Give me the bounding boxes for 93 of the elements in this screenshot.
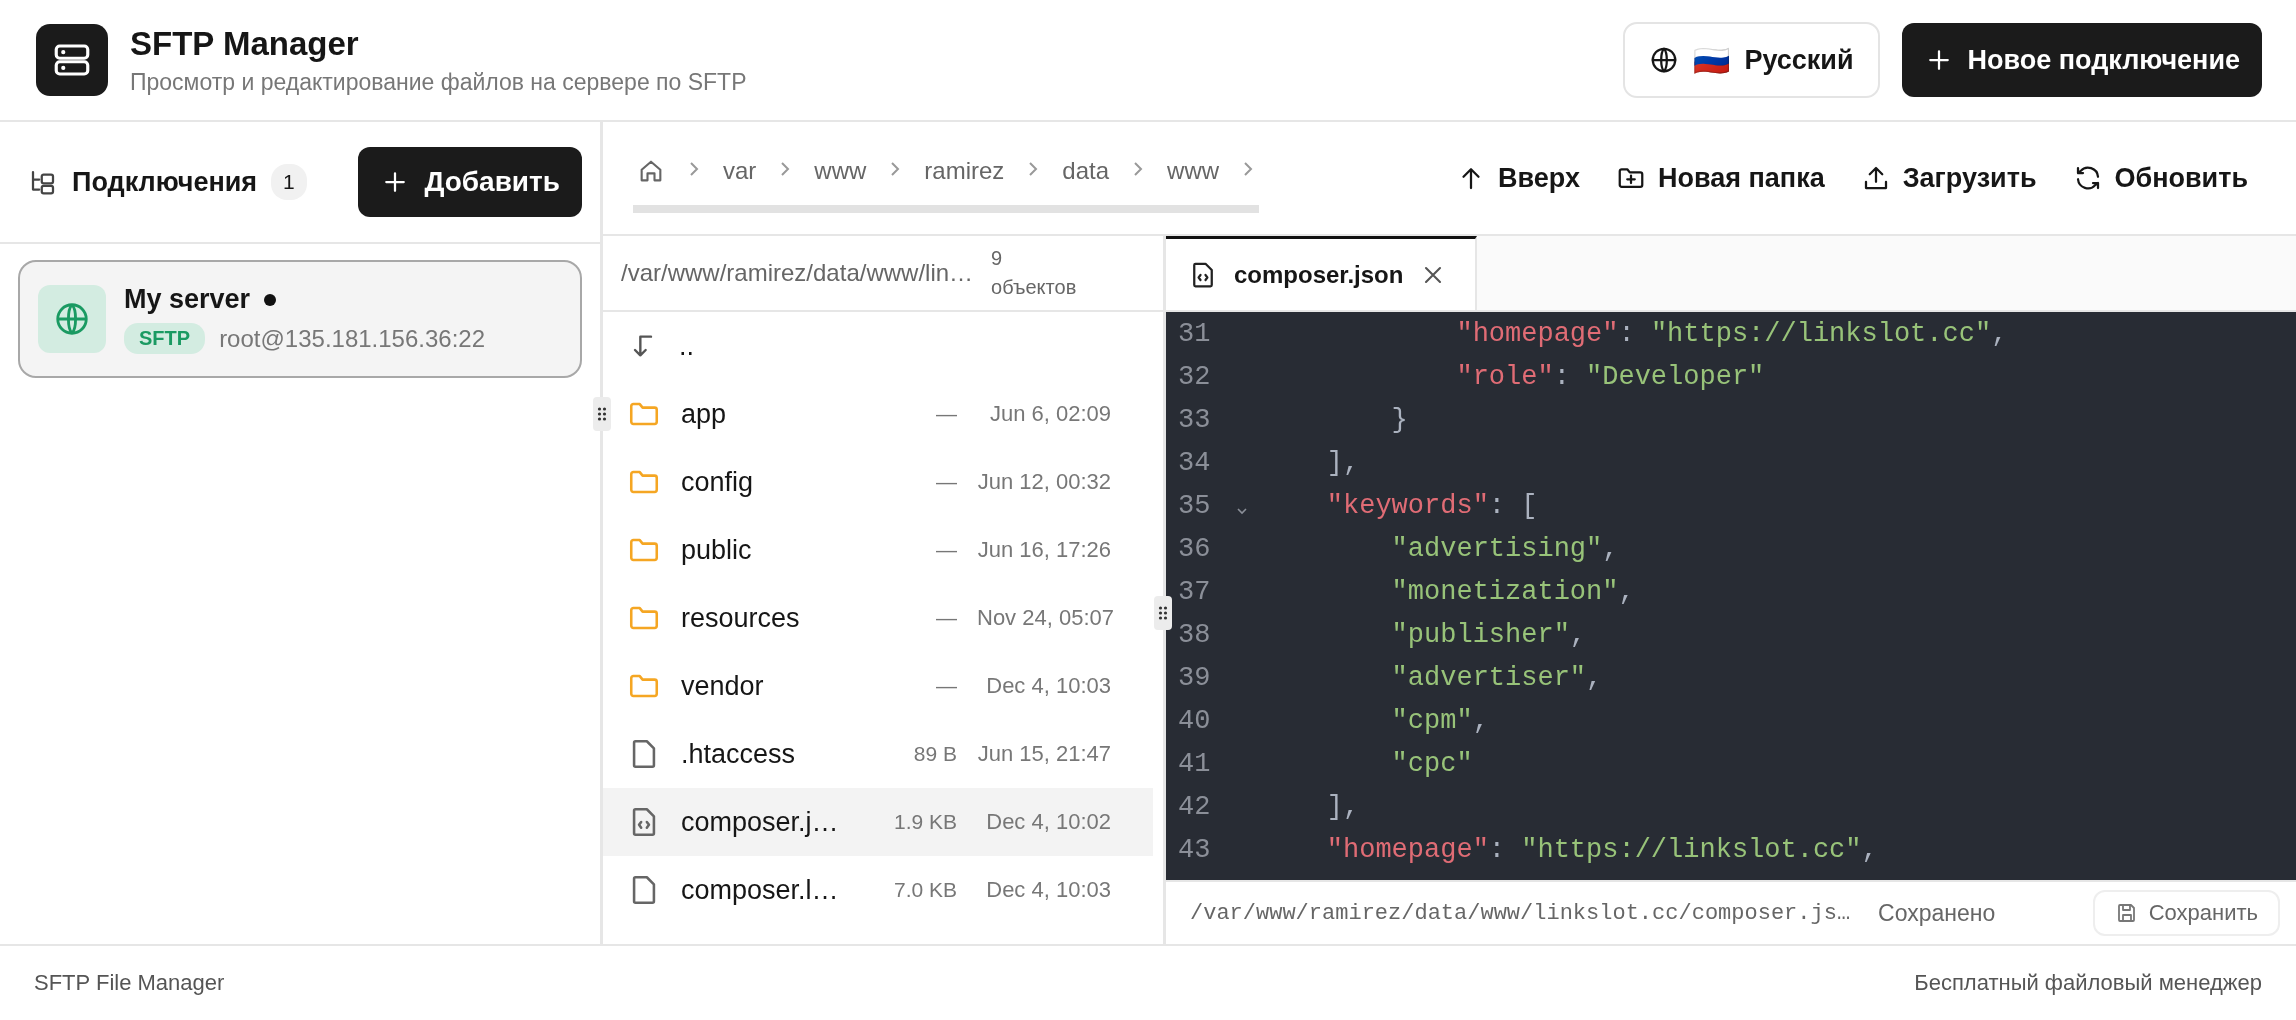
file-size: — — [936, 606, 957, 630]
file-date: Jun 6, 02:09 — [988, 401, 1111, 427]
line-number: 36 — [1177, 533, 1212, 564]
file-row[interactable]: public — Jun 16, 17:26 — [603, 516, 1153, 584]
code-line: "publisher", — [1390, 619, 1587, 650]
footer-text: SFTP File Manager — [34, 970, 225, 996]
code-line: "keywords": [ — [1325, 490, 1538, 521]
protocol-tag: SFTP — [124, 323, 206, 354]
globe-icon — [38, 285, 106, 353]
save-status: Сохранено — [1878, 899, 1996, 927]
code-line: "role": "Developer" — [1455, 361, 1765, 392]
toolbar-button[interactable]: Обновить — [2054, 143, 2266, 213]
connection-address: root@135.181.156.36:22 — [219, 324, 486, 353]
editor-tab[interactable]: composer.json — [1166, 236, 1478, 310]
code-line: } — [1390, 404, 1408, 435]
file-name: composer.j… — [681, 806, 840, 838]
toolbar-button[interactable]: Новая папка — [1598, 143, 1843, 213]
resize-handle[interactable] — [593, 397, 611, 431]
resize-handle[interactable] — [1154, 596, 1172, 630]
code-line: ], — [1325, 447, 1360, 478]
file-name: vendor — [681, 670, 765, 702]
code-line: "homepage": "https://linkslot.cc", — [1325, 834, 1878, 865]
file-size: — — [936, 402, 957, 426]
server-logo-icon — [36, 24, 108, 96]
file-date: Nov 24, 05:07 — [977, 605, 1111, 631]
file-row[interactable]: composer.l… 7.0 KB Dec 4, 10:03 — [603, 856, 1153, 924]
file-row[interactable]: app — Jun 6, 02:09 — [603, 380, 1153, 448]
code-line: "monetization", — [1390, 576, 1635, 607]
breadcrumb-item[interactable]: var — [723, 157, 757, 185]
code-line: "cpm", — [1390, 705, 1489, 736]
file-date: Dec 4, 10:03 — [985, 673, 1111, 699]
code-line: "homepage": "https://linkslot.cc", — [1455, 318, 2008, 349]
file-name: config — [681, 466, 755, 498]
file-size: — — [936, 470, 957, 494]
new-connection-button[interactable]: Новое подключение — [1901, 23, 2262, 97]
app-subtitle: Просмотр и редактирование файлов на сервере по SFTP — [130, 68, 748, 96]
code-line: "cpc" — [1390, 748, 1473, 779]
code-editor[interactable] — [1166, 312, 2296, 880]
connection-card[interactable]: My server SFTP root@135.181.156.36:22 — [18, 260, 582, 378]
language-button[interactable]: 🇷🇺 Русский — [1623, 22, 1880, 98]
connection-count: 1 — [271, 164, 307, 200]
breadcrumb-item[interactable]: www — [814, 157, 867, 185]
file-size: 7.0 KB — [893, 878, 957, 902]
current-path: /var/www/ramirez/data/www/lin… — [621, 259, 974, 287]
code-line: "advertiser", — [1390, 662, 1603, 693]
line-number: 38 — [1177, 619, 1212, 650]
file-row[interactable]: .htaccess 89 B Jun 15, 21:47 — [603, 720, 1153, 788]
file-row[interactable]: vendor — Dec 4, 10:03 — [603, 652, 1153, 720]
line-number: 42 — [1177, 791, 1212, 822]
file-row[interactable]: config — Jun 12, 00:32 — [603, 448, 1153, 516]
file-date: Jun 16, 17:26 — [977, 537, 1111, 563]
file-size: 1.9 KB — [893, 810, 957, 834]
file-date: Jun 15, 21:47 — [977, 741, 1111, 767]
file-name: resources — [681, 602, 801, 634]
app-title: SFTP Manager — [130, 24, 360, 63]
line-number: 34 — [1177, 447, 1212, 478]
breadcrumb-item[interactable]: data — [1062, 157, 1110, 185]
file-name: public — [681, 534, 753, 566]
file-date: Dec 4, 10:02 — [985, 809, 1111, 835]
connection-name: My server — [124, 284, 251, 315]
line-number: 31 — [1177, 318, 1212, 349]
file-size: — — [936, 538, 957, 562]
code-line: ], — [1325, 791, 1360, 822]
connections-title: Подключения — [72, 166, 258, 198]
code-line: "advertising", — [1390, 533, 1619, 564]
line-number: 39 — [1177, 662, 1212, 693]
item-count: 9 объектов — [991, 246, 1078, 300]
line-number: 33 — [1177, 404, 1212, 435]
file-row[interactable]: resources — Nov 24, 05:07 — [603, 584, 1153, 652]
toolbar-button[interactable]: Вверх — [1438, 143, 1598, 213]
file-date: Jun 12, 00:32 — [977, 469, 1111, 495]
line-number: 41 — [1177, 748, 1212, 779]
file-path: /var/www/ramirez/data/www/linkslot.cc/composer.js… — [1190, 900, 1851, 926]
file-name: composer.l… — [681, 874, 840, 906]
line-number: 43 — [1177, 834, 1212, 865]
fold-caret-icon[interactable] — [1236, 505, 1248, 516]
line-number: 32 — [1177, 361, 1212, 392]
toolbar-button[interactable]: Загрузить — [1842, 143, 2055, 213]
file-date: Dec 4, 10:03 — [985, 877, 1111, 903]
breadcrumb-item[interactable]: www — [1167, 157, 1220, 185]
save-button[interactable]: Сохранить — [2092, 890, 2280, 936]
line-number: 37 — [1177, 576, 1212, 607]
add-button[interactable]: Добавить — [358, 147, 582, 217]
file-row[interactable]: composer.j… 1.9 KB Dec 4, 10:02 — [603, 788, 1153, 856]
parent-folder-row[interactable]: .. — [603, 312, 1153, 380]
file-size: — — [936, 674, 957, 698]
file-name: app — [681, 398, 728, 430]
file-name: .htaccess — [681, 738, 797, 770]
footer-text: Бесплатный файловый менеджер — [1914, 970, 2262, 996]
line-number: 40 — [1177, 705, 1212, 736]
file-size: 89 B — [913, 742, 957, 766]
breadcrumb-item[interactable]: ramirez — [924, 157, 1005, 185]
line-number: 35 — [1177, 490, 1212, 521]
